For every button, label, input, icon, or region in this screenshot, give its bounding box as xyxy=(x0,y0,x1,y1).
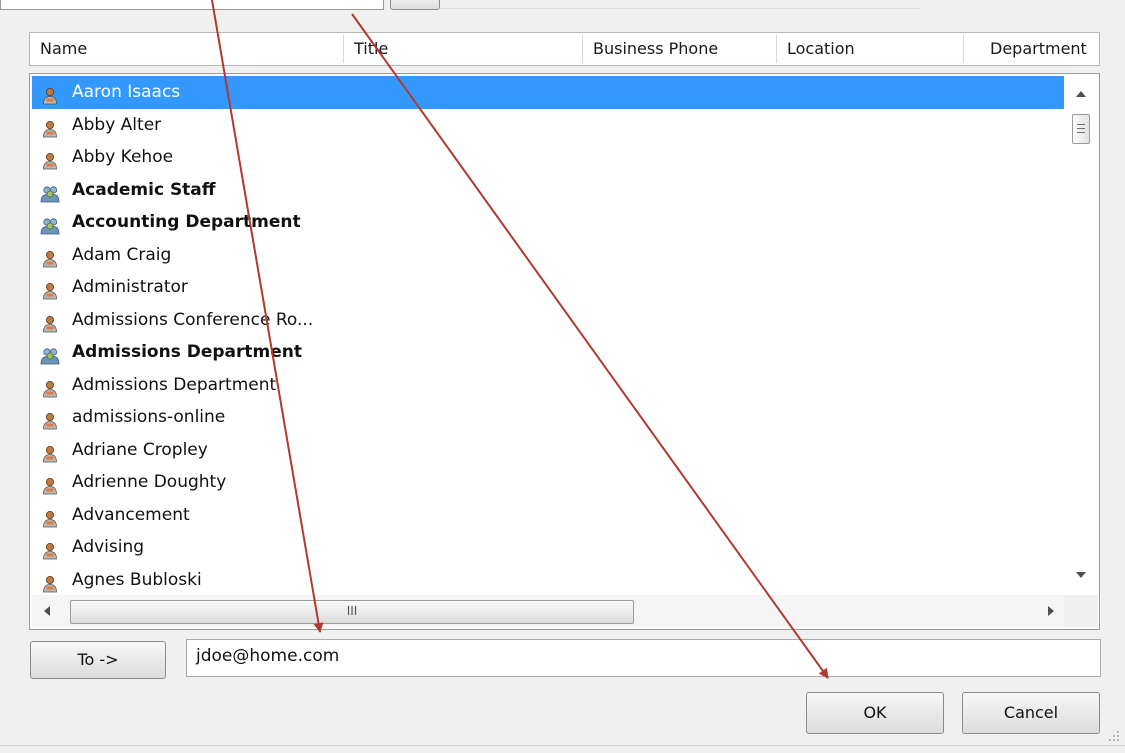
person-icon xyxy=(40,312,60,332)
scroll-up-arrow-icon[interactable] xyxy=(1076,91,1086,97)
group-icon xyxy=(40,344,60,365)
list-item[interactable]: Abby Alter xyxy=(32,109,1064,142)
list-item[interactable]: Adam Craig xyxy=(32,239,1064,272)
list-item[interactable]: Agnes Bubloski xyxy=(32,564,1064,597)
column-header-business-phone[interactable]: Business Phone xyxy=(583,33,776,65)
list-item[interactable]: admissions-online xyxy=(32,401,1064,434)
grip-line xyxy=(1077,124,1085,125)
column-header-name[interactable]: Name xyxy=(30,33,342,65)
list-item-label: Admissions Department xyxy=(72,342,303,362)
list-item[interactable]: Admissions Conference Ro... xyxy=(32,304,1064,337)
horizontal-scroll-thumb[interactable]: III xyxy=(70,600,634,624)
column-header-title[interactable]: Title xyxy=(344,33,582,65)
ok-button[interactable]: OK xyxy=(806,692,944,734)
to-button[interactable]: To -> xyxy=(30,641,166,679)
grip-line xyxy=(1077,128,1085,129)
person-icon xyxy=(40,247,60,267)
scrollbar-corner xyxy=(1064,595,1098,627)
group-icon xyxy=(40,214,60,235)
list-item[interactable]: Aaron Isaacs xyxy=(32,76,1064,109)
list-item-label: Administrator xyxy=(72,277,188,297)
person-icon xyxy=(40,84,60,105)
person-icon xyxy=(40,117,60,137)
list-item[interactable]: Advancement xyxy=(32,499,1064,532)
scroll-right-arrow-icon[interactable] xyxy=(1048,606,1054,616)
person-icon xyxy=(40,377,60,397)
grip-line xyxy=(1077,132,1085,133)
column-header-department[interactable]: Department xyxy=(980,33,1099,65)
go-button[interactable] xyxy=(390,0,440,10)
person-icon xyxy=(40,409,60,430)
column-separator[interactable] xyxy=(963,35,964,63)
list-item-label: Aaron Isaacs xyxy=(72,82,181,102)
person-icon xyxy=(40,572,60,592)
horizontal-scrollbar[interactable]: III xyxy=(32,595,1064,627)
address-list[interactable]: Aaron Isaacs Abby Alter Abby Kehoe Academic… xyxy=(29,73,1100,630)
list-item-label: Admissions Department xyxy=(72,374,277,395)
list-item-label: Abby Kehoe xyxy=(72,147,174,167)
horizontal-thumb-grip: III xyxy=(346,604,358,618)
person-icon xyxy=(40,149,60,170)
resize-grip-icon[interactable] xyxy=(1104,728,1122,746)
list-item[interactable]: Administrator xyxy=(32,271,1064,304)
list-item-label: Agnes Bubloski xyxy=(72,569,202,590)
person-icon xyxy=(40,474,60,495)
list-item-label: Abby Alter xyxy=(72,114,162,135)
vertical-scrollbar[interactable] xyxy=(1064,76,1098,595)
list-item-label: Accounting Department xyxy=(72,212,301,232)
list-item[interactable]: Adrienne Doughty xyxy=(32,466,1064,499)
column-header-location[interactable]: Location xyxy=(777,33,963,65)
person-icon xyxy=(40,279,60,300)
list-item[interactable]: Admissions Department xyxy=(32,336,1064,369)
list-item-label: Adrienne Doughty xyxy=(72,472,227,492)
list-item-label: Advancement xyxy=(72,504,190,525)
list-item[interactable]: Admissions Department xyxy=(32,369,1064,402)
list-item-label: Admissions Conference Ro... xyxy=(72,309,314,330)
list-header: Name Title Business Phone Location Depar… xyxy=(29,32,1100,66)
list-item-label: Academic Staff xyxy=(72,179,216,200)
list-item-label: Advising xyxy=(72,537,145,557)
list-item[interactable]: Accounting Department xyxy=(32,206,1064,239)
group-icon xyxy=(40,182,60,202)
scroll-left-arrow-icon[interactable] xyxy=(44,606,50,616)
search-input[interactable] xyxy=(0,0,384,10)
list-item[interactable]: Adriane Cropley xyxy=(32,434,1064,467)
scroll-down-arrow-icon[interactable] xyxy=(1076,572,1086,578)
list-item-label: Adriane Cropley xyxy=(72,439,208,460)
person-icon xyxy=(40,539,60,560)
list-item[interactable]: Advising xyxy=(32,531,1064,564)
person-icon xyxy=(40,442,60,462)
list-item-label: Adam Craig xyxy=(72,244,172,265)
to-recipients-field[interactable]: jdoe@home.com xyxy=(186,639,1101,677)
dialog-bottom-edge xyxy=(0,745,1125,746)
divider xyxy=(440,8,920,9)
person-icon xyxy=(40,507,60,527)
list-item[interactable]: Academic Staff xyxy=(32,174,1064,207)
list-item-label: admissions-online xyxy=(72,407,226,427)
list-item[interactable]: Abby Kehoe xyxy=(32,141,1064,174)
vertical-scroll-thumb[interactable] xyxy=(1072,114,1090,144)
cancel-button[interactable]: Cancel xyxy=(962,692,1100,734)
address-rows: Aaron Isaacs Abby Alter Abby Kehoe Academic… xyxy=(32,76,1064,596)
